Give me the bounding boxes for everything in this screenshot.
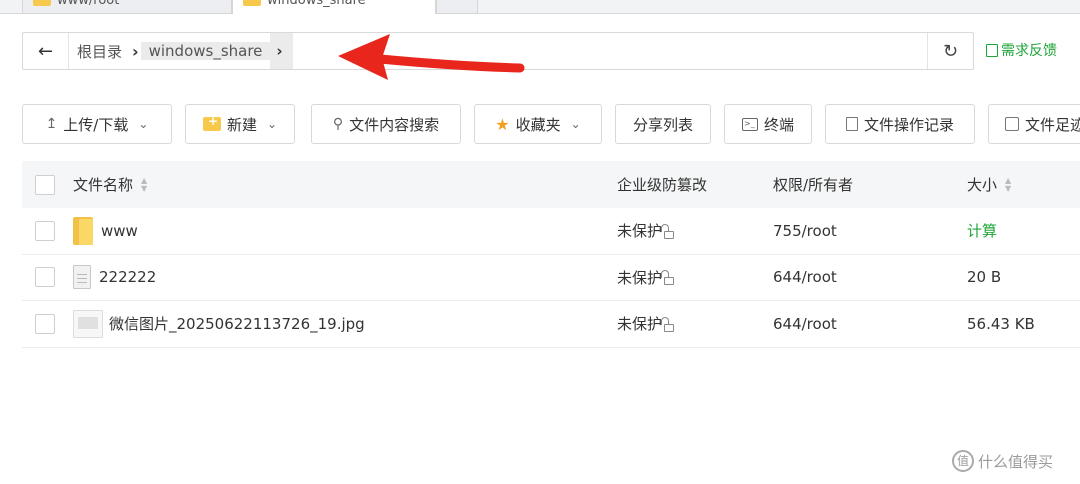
unlock-icon[interactable] xyxy=(661,223,675,239)
file-name[interactable]: 222222 xyxy=(99,268,156,286)
upload-label: 上传/下载 xyxy=(63,115,129,134)
chevron-down-icon: ⌄ xyxy=(266,117,278,131)
row-checkbox[interactable] xyxy=(35,313,55,334)
upload-icon: ↥ xyxy=(45,116,58,132)
protect-status: 未保护 xyxy=(617,315,663,334)
perm-cell[interactable]: 755/root xyxy=(773,222,837,240)
file-icon xyxy=(73,265,91,290)
new-label: 新建 xyxy=(226,115,257,134)
file-name-cell[interactable]: 微信图片_20250622113726_19.jpg xyxy=(73,309,365,338)
breadcrumb-windows-share[interactable]: windows_share xyxy=(140,42,271,60)
watermark: 值 什么值得买 xyxy=(952,450,1053,472)
file-table: 文件名称 ▲ ▼ 企业级防篡改 权限/所有者 大小 ▲ ▼ www 未保护 755/… xyxy=(22,161,1080,348)
file-name[interactable]: 微信图片_20250622113726_19.jpg xyxy=(109,313,365,334)
column-header-protect: 企业级防篡改 xyxy=(617,176,708,194)
terminal-label: 终端 xyxy=(763,115,794,134)
watermark-text: 什么值得买 xyxy=(978,452,1054,471)
header-name-label: 文件名称 xyxy=(73,176,134,194)
search-label: 文件内容搜索 xyxy=(349,115,440,134)
tab-label: windows_share xyxy=(267,0,366,8)
file-name-cell[interactable]: 222222 xyxy=(73,265,156,290)
back-button[interactable]: ← xyxy=(23,33,69,69)
size-calc-link[interactable]: 计算 xyxy=(967,220,997,241)
protect-cell: 未保护 xyxy=(617,313,675,334)
log-icon xyxy=(845,117,858,131)
header-size-label: 大小 xyxy=(967,176,998,194)
breadcrumb: 根目录 › windows_share › xyxy=(69,33,293,69)
row-checkbox[interactable] xyxy=(35,267,55,288)
file-content-search-button[interactable]: ⚲ 文件内容搜索 xyxy=(311,104,461,144)
unlock-icon[interactable] xyxy=(661,316,675,332)
upload-download-button[interactable]: ↥ 上传/下载 ⌄ xyxy=(22,104,172,144)
calendar-icon xyxy=(1005,117,1019,131)
folder-icon xyxy=(33,0,51,6)
feedback-icon xyxy=(986,43,998,57)
star-icon: ★ xyxy=(495,114,510,134)
protect-cell: 未保护 xyxy=(617,220,675,241)
select-all-checkbox[interactable] xyxy=(35,174,55,195)
red-arrow-annotation xyxy=(338,34,525,80)
file-name[interactable]: www xyxy=(101,222,138,240)
tab-add[interactable] xyxy=(436,0,478,14)
perm-cell[interactable]: 644/root xyxy=(773,268,837,286)
search-icon: ⚲ xyxy=(332,116,344,132)
file-footprint-button[interactable]: 文件足迹 xyxy=(988,104,1080,144)
protect-cell: 未保护 xyxy=(617,267,675,288)
tab-windows-share[interactable]: windows_share xyxy=(232,0,436,14)
folder-icon xyxy=(243,0,261,6)
op-log-label: 文件操作记录 xyxy=(863,115,954,134)
refresh-button[interactable]: ↻ xyxy=(927,33,973,69)
protect-status: 未保护 xyxy=(617,268,663,287)
feedback-link[interactable]: 需求反馈 xyxy=(986,40,1057,60)
chevron-down-icon: ⌄ xyxy=(138,117,149,131)
size-cell: 20 B xyxy=(967,268,1002,287)
folder-icon xyxy=(73,216,93,245)
sort-icon: ▲ ▼ xyxy=(141,175,148,193)
chevron-down-icon: ⌄ xyxy=(570,117,581,131)
tab-label: www/root xyxy=(57,0,120,8)
favorites-label: 收藏夹 xyxy=(515,115,561,134)
share-list-button[interactable]: 分享列表 xyxy=(615,104,711,144)
column-header-size[interactable]: 大小 ▲ ▼ xyxy=(967,174,1011,195)
unlock-icon[interactable] xyxy=(661,270,675,286)
image-thumbnail-icon xyxy=(73,309,103,338)
size-cell: 56.43 KB xyxy=(967,314,1035,333)
file-footprint-label: 文件足迹 xyxy=(1025,115,1080,134)
chevron-right-icon[interactable]: › xyxy=(270,33,293,69)
smzdm-logo-icon: 值 xyxy=(952,450,974,472)
share-list-label: 分享列表 xyxy=(632,115,693,134)
column-header-name[interactable]: 文件名称 ▲ ▼ xyxy=(73,174,147,195)
terminal-icon: >_ xyxy=(741,117,758,131)
terminal-button[interactable]: >_ 终端 xyxy=(724,104,812,144)
file-operation-log-button[interactable]: 文件操作记录 xyxy=(825,104,975,144)
breadcrumb-root[interactable]: 根目录 xyxy=(69,41,130,62)
column-header-perm: 权限/所有者 xyxy=(773,176,854,194)
favorites-button[interactable]: ★ 收藏夹 ⌄ xyxy=(474,104,602,144)
table-header: 文件名称 ▲ ▼ 企业级防篡改 权限/所有者 大小 ▲ ▼ xyxy=(22,161,1080,208)
chevron-right-icon: › xyxy=(132,41,139,61)
table-row[interactable]: 微信图片_20250622113726_19.jpg 未保护 644/root … xyxy=(22,301,1080,348)
table-row[interactable]: 222222 未保护 644/root 20 B xyxy=(22,255,1080,301)
feedback-label: 需求反馈 xyxy=(1001,43,1057,59)
perm-cell[interactable]: 644/root xyxy=(773,315,837,333)
protect-status: 未保护 xyxy=(617,222,663,241)
file-name-cell[interactable]: www xyxy=(73,216,138,245)
sort-icon: ▲ ▼ xyxy=(1005,175,1012,193)
arrow-left-icon: ← xyxy=(37,40,54,62)
table-row[interactable]: www 未保护 755/root 计算 xyxy=(22,208,1080,255)
refresh-icon: ↻ xyxy=(942,40,959,62)
new-button[interactable]: 新建 ⌄ xyxy=(185,104,295,144)
tab-www-root[interactable]: www/root xyxy=(22,0,232,14)
row-checkbox[interactable] xyxy=(35,220,55,241)
tab-strip: www/root windows_share xyxy=(0,0,1080,14)
new-folder-icon xyxy=(202,114,221,131)
